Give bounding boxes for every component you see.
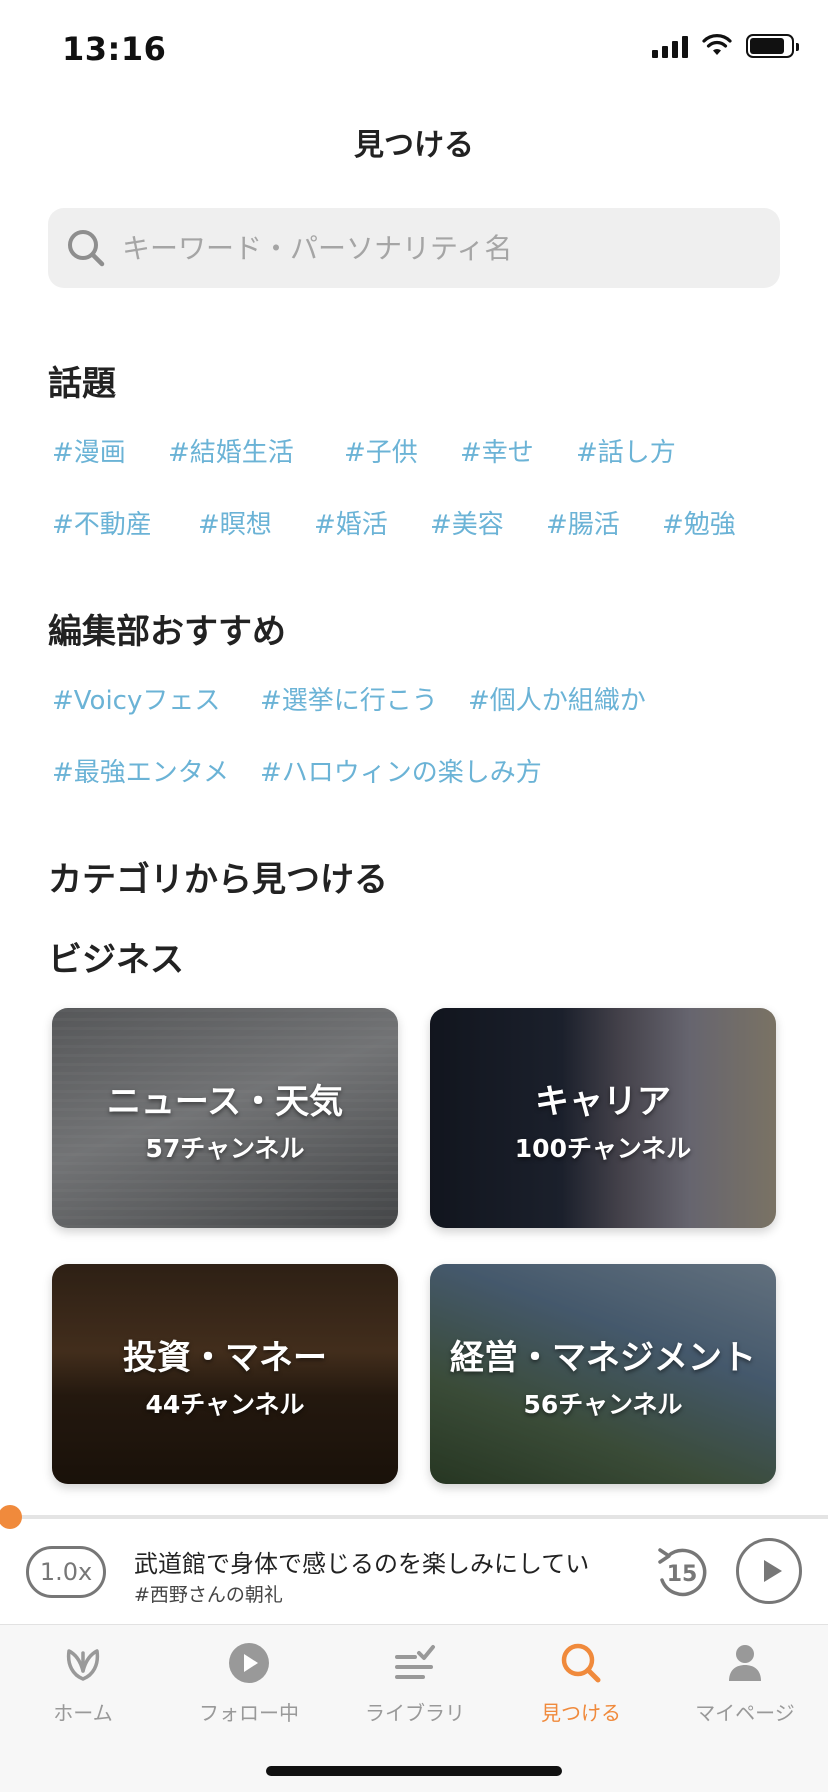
wifi-icon [702,34,732,55]
topic-tag[interactable]: #漫画 [52,432,126,469]
tab-library[interactable]: ライブラリ [332,1641,498,1726]
search-bar[interactable] [48,208,780,288]
rewind-15-icon[interactable]: 15 [650,1540,714,1604]
mini-player[interactable]: 1.0x 武道館で身体で感じるのを楽しみにしてい #西野さんの朝礼 15 [0,1520,828,1624]
tab-label: ホーム [53,1701,113,1725]
category-card-investment-money[interactable]: 投資・マネー 44チャンネル [52,1264,398,1484]
play-button[interactable] [736,1538,802,1604]
channel-name[interactable]: #西野さんの朝礼 [134,1580,283,1607]
tab-mypage[interactable]: マイページ [662,1641,828,1726]
status-bar: 13:16 [0,0,828,100]
topic-tag[interactable]: #話し方 [576,432,676,469]
episode-title[interactable]: 武道館で身体で感じるのを楽しみにしてい [134,1544,624,1579]
card-channel-count: 56チャンネル [523,1390,683,1419]
categories-section-title: カテゴリから見つける [48,860,388,900]
editor-pick-tag[interactable]: #個人か組織か [468,680,646,717]
home-indicator [266,1766,562,1776]
playback-progress-track[interactable] [0,1515,828,1519]
editor-pick-tag[interactable]: #最強エンタメ [52,752,229,789]
search-icon [68,230,105,267]
editor-pick-tag[interactable]: #ハロウィンの楽しみ方 [260,752,542,789]
cellular-signal-icon [652,34,688,58]
topics-section-title: 話題 [48,364,116,404]
topic-tag[interactable]: #婚活 [314,504,388,541]
topic-tag[interactable]: #勉強 [662,504,736,541]
topic-tag[interactable]: #子供 [344,432,418,469]
card-title: キャリア [535,1082,671,1122]
tab-discover[interactable]: 見つける [498,1641,664,1726]
tab-label: 見つける [541,1701,621,1725]
editor-pick-tag[interactable]: #選挙に行こう [260,680,438,717]
topic-tag[interactable]: #幸せ [460,432,534,469]
card-channel-count: 100チャンネル [514,1134,692,1163]
card-title: 投資・マネー [123,1338,327,1378]
search-input[interactable] [122,231,742,265]
home-leaf-icon [66,1649,100,1681]
tab-home[interactable]: ホーム [0,1641,166,1726]
battery-icon [746,34,799,58]
card-channel-count: 44チャンネル [145,1390,305,1419]
person-icon [729,1645,761,1681]
play-circle-icon [229,1643,269,1683]
card-channel-count: 57チャンネル [145,1134,305,1163]
topic-tag[interactable]: #美容 [430,504,504,541]
topic-tag[interactable]: #不動産 [52,504,152,541]
card-title: ニュース・天気 [106,1082,344,1122]
status-time: 13:16 [62,30,167,68]
page-title: 見つける [354,128,474,163]
editor-pick-tag[interactable]: #Voicyフェス [52,680,220,717]
topic-tag[interactable]: #結婚生活 [168,432,294,469]
tab-label: ライブラリ [365,1701,465,1725]
tab-following[interactable]: フォロー中 [166,1641,332,1726]
category-card-management[interactable]: 経営・マネジメント 56チャンネル [430,1264,776,1484]
topic-tag[interactable]: #瞑想 [198,504,272,541]
playback-speed-button[interactable]: 1.0x [26,1546,106,1598]
card-title: 経営・マネジメント [450,1338,756,1378]
category-card-career[interactable]: キャリア 100チャンネル [430,1008,776,1228]
search-icon [561,1643,601,1683]
tab-label: マイページ [695,1701,795,1725]
library-list-icon [395,1645,435,1679]
category-card-news-weather[interactable]: ニュース・天気 57チャンネル [52,1008,398,1228]
skip-seconds-label: 15 [667,1562,698,1587]
tab-label: フォロー中 [199,1701,299,1725]
editor-picks-section-title: 編集部おすすめ [48,612,286,652]
topic-tag[interactable]: #腸活 [546,504,620,541]
business-group-title: ビジネス [48,940,184,980]
status-icons [652,34,799,58]
